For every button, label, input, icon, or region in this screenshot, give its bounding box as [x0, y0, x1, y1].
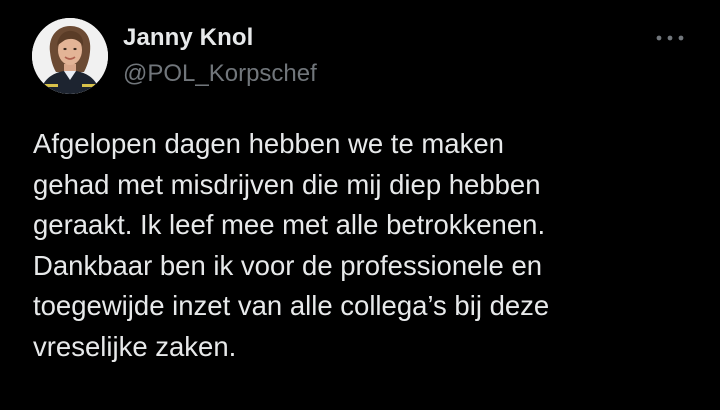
tweet-text: Afgelopen dagen hebben we te maken gehad… — [33, 128, 550, 362]
more-horizontal-icon — [656, 35, 684, 41]
author-handle[interactable]: @POL_Korpschef — [123, 60, 317, 88]
tweet-card[interactable]: Janny Knol @POL_Korpschef Afgelopen dage… — [0, 0, 720, 410]
avatar-photo-icon — [32, 18, 108, 94]
author-name[interactable]: Janny Knol — [123, 24, 253, 52]
more-options-button[interactable] — [650, 26, 690, 50]
author-avatar[interactable] — [32, 18, 108, 94]
